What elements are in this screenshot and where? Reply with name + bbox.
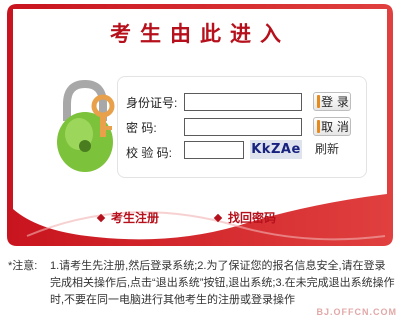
captcha-label: 校 验 码:: [126, 146, 173, 160]
id-number-label: 身份证号:: [126, 96, 178, 110]
cancel-button[interactable]: 取 消: [313, 117, 351, 136]
login-button-label: 登 录: [321, 95, 349, 109]
id-number-input[interactable]: [184, 93, 302, 111]
page-title: 考生由此进入: [110, 21, 290, 46]
recover-password-link-label: 找回密码: [228, 211, 277, 225]
refresh-captcha-link[interactable]: 刷新: [315, 140, 339, 157]
recover-password-link[interactable]: 找回密码: [213, 209, 277, 226]
diamond-bullet-icon: [213, 213, 223, 223]
button-accent-bar: [317, 120, 320, 133]
notice-prefix: *注意:: [8, 260, 38, 272]
cancel-button-label: 取 消: [321, 120, 349, 134]
notice-text: 1.请考生先注册,然后登录系统;2.为了保证您的报名信息安全,请在登录完成相关操…: [50, 260, 395, 306]
password-input[interactable]: [184, 118, 302, 136]
padlock-with-key-icon: [57, 79, 115, 172]
button-accent-bar: [317, 95, 320, 108]
captcha-input[interactable]: [184, 141, 244, 159]
register-link-label: 考生注册: [111, 211, 160, 225]
captcha-image[interactable]: KkZAe: [250, 140, 302, 159]
diamond-bullet-icon: [96, 213, 106, 223]
login-panel: 考生由此进入 身份证号: 登 录 密 码: 取 消 校 验 码: KkZAe 刷…: [7, 4, 393, 246]
password-label: 密 码:: [126, 121, 157, 135]
watermark: BJ.OFFCN.COM: [316, 307, 397, 317]
register-link[interactable]: 考生注册: [96, 209, 160, 226]
login-form: 身份证号: 登 录 密 码: 取 消 校 验 码: KkZAe 刷新: [117, 76, 367, 178]
login-button[interactable]: 登 录: [313, 92, 351, 111]
